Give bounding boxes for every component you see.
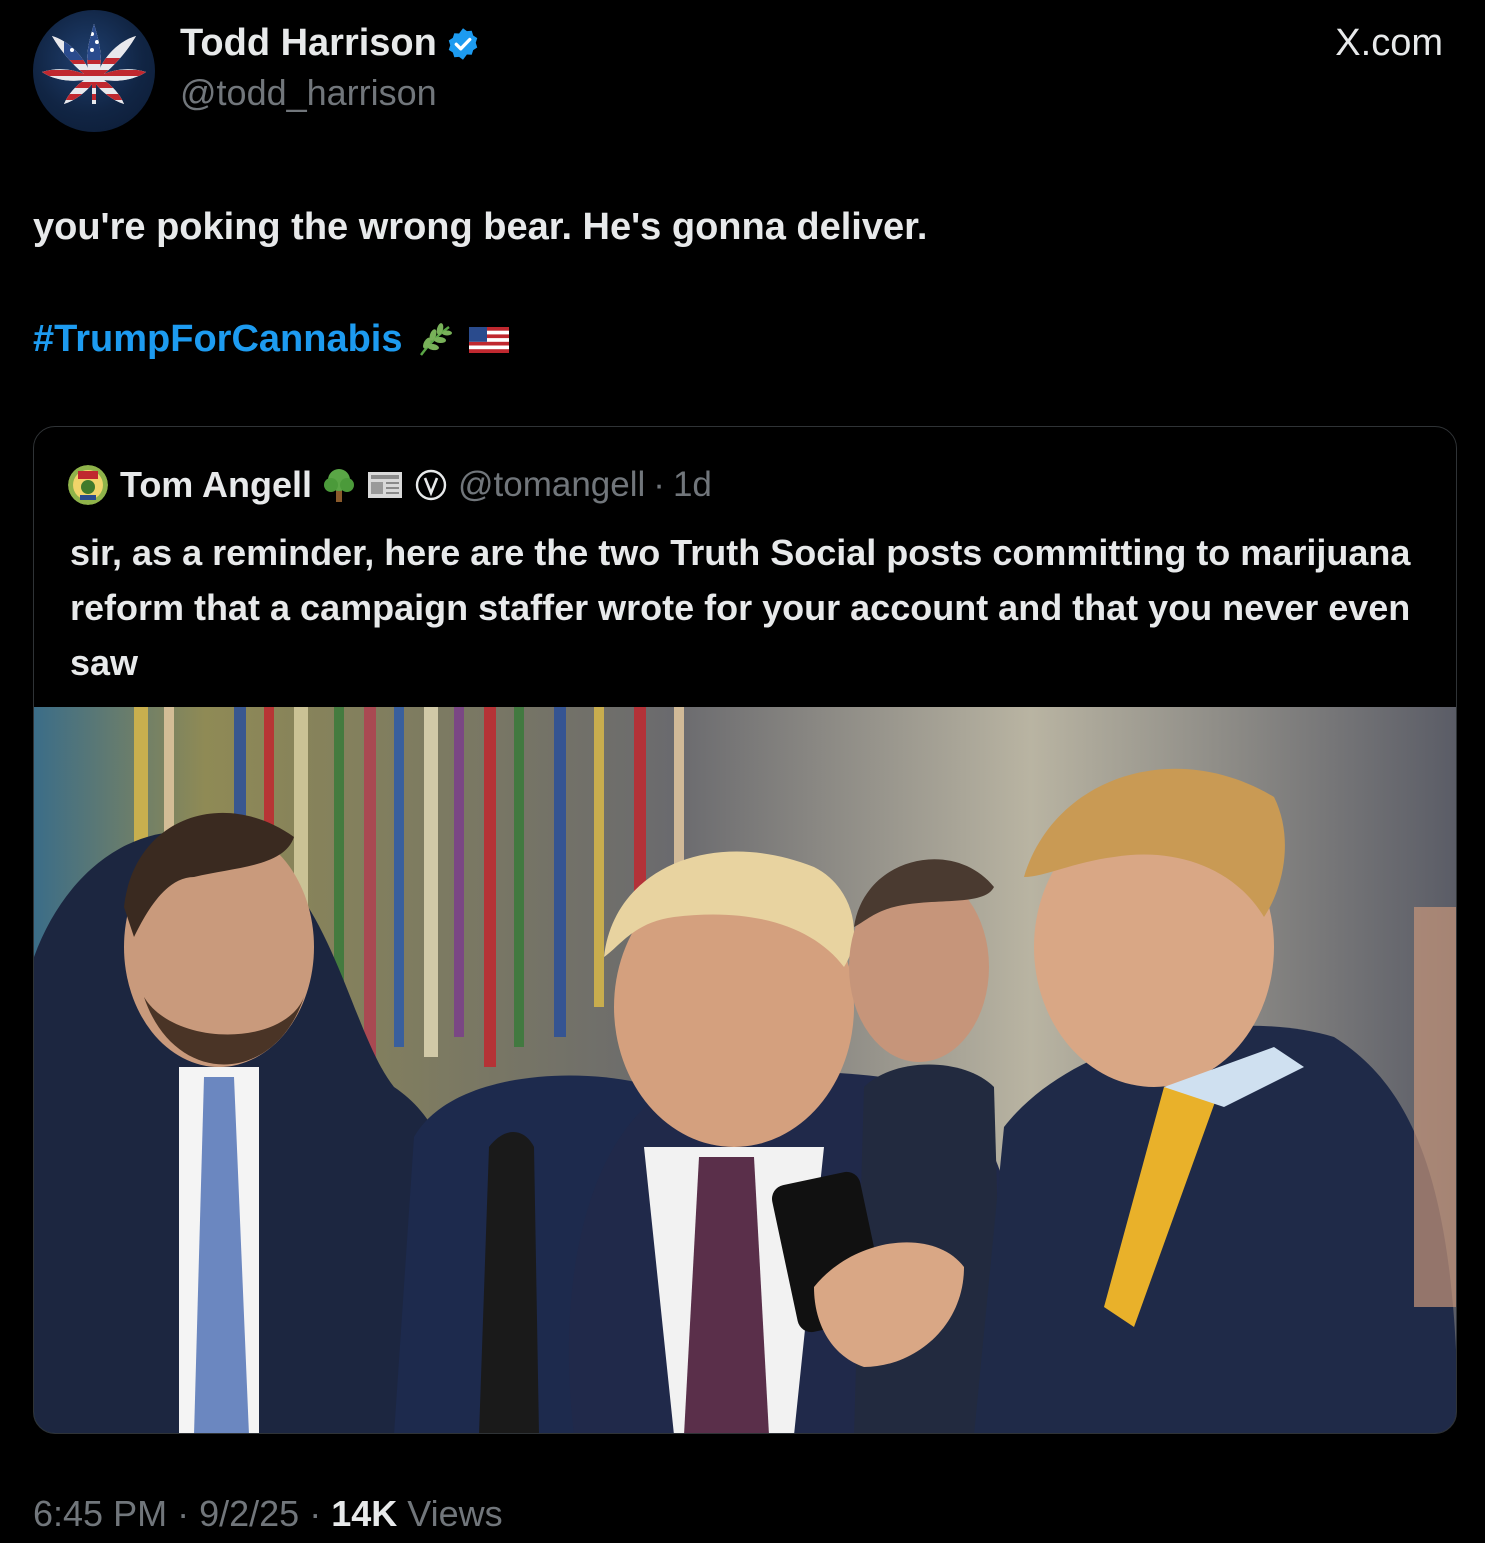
american-flag-cannabis-leaf-icon [42, 24, 146, 104]
tweet-meta: 6:45 PM · 9/2/25 · 14K Views [33, 1493, 503, 1535]
quoted-author-avatar[interactable] [68, 465, 108, 505]
quoted-tweet-age: 1d [672, 465, 712, 504]
author-avatar[interactable] [33, 10, 155, 132]
verified-badge-icon [448, 27, 478, 60]
views-label: Views [407, 1493, 503, 1534]
views-count: 14K [331, 1493, 398, 1534]
quoted-tweet-media[interactable] [34, 707, 1456, 1433]
herb-icon [419, 322, 452, 356]
header-separator: · [653, 465, 665, 504]
tweet-text: you're poking the wrong bear. He's gonna… [33, 206, 928, 248]
author-name[interactable]: Todd Harrison [180, 22, 481, 65]
quoted-tweet-header: Tom Angell @tomangell · 1d [68, 464, 712, 506]
meta-separator-1: · [177, 1493, 190, 1534]
tree-icon [324, 469, 354, 502]
circled-v-icon [415, 469, 447, 501]
meta-separator-2: · [309, 1493, 322, 1534]
author-name-text[interactable]: Todd Harrison [180, 22, 437, 65]
hashtag-link[interactable]: #TrumpForCannabis [33, 318, 403, 361]
author-handle[interactable]: @todd_harrison [180, 72, 437, 114]
hashtag-line: #TrumpForCannabis [33, 318, 511, 361]
newspaper-icon [368, 472, 402, 498]
avatar-icon [68, 465, 108, 505]
tweet-date[interactable]: 9/2/25 [199, 1493, 299, 1534]
oval-office-photo-icon [34, 707, 1456, 1433]
quoted-tweet-text: sir, as a reminder, here are the two Tru… [70, 532, 1411, 683]
site-label: X.com [1335, 22, 1443, 64]
quoted-tweet-card[interactable]: Tom Angell @tomangell · 1d sir, as a rem… [33, 426, 1457, 1434]
quoted-author-handle[interactable]: @tomangell [458, 465, 645, 505]
us-flag-icon [468, 326, 509, 353]
quoted-author-name[interactable]: Tom Angell [120, 464, 312, 506]
tweet-time[interactable]: 6:45 PM [33, 1493, 167, 1534]
